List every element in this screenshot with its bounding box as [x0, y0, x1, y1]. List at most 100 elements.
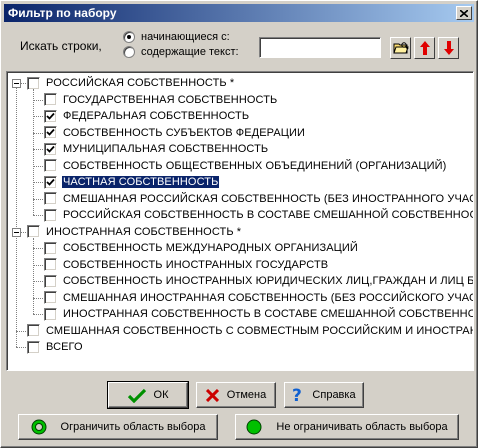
tree-connector [33, 165, 43, 167]
tree-item-row[interactable]: ЧАСТНАЯ СОБСТВЕННОСТЬ [44, 174, 221, 190]
option-contains-label: содержащие текст: [141, 46, 239, 58]
tree-checkbox[interactable] [44, 192, 57, 205]
arrow-up-icon [419, 41, 430, 55]
tree-item-row[interactable]: СОБСТВЕННОСТЬ ИНОСТРАННЫХ ГОСУДАРСТВ [44, 257, 329, 273]
svg-text:?: ? [292, 387, 302, 403]
tree-connector [33, 248, 43, 249]
collapse-toggle[interactable] [12, 79, 21, 88]
tree-connector [33, 297, 43, 299]
tree-item-label: ИНОСТРАННАЯ СОБСТВЕННОСТЬ * [46, 225, 242, 238]
tree-item-row[interactable]: СМЕШАННАЯ РОССИЙСКАЯ СОБСТВЕННОСТЬ (БЕЗ … [44, 191, 474, 207]
tree-checkbox[interactable] [44, 93, 57, 106]
tree-connector [33, 116, 43, 117]
tree-item-row[interactable]: СОБСТВЕННОСТЬ МЕЖДУНАРОДНЫХ ОРГАНИЗАЦИЙ [44, 240, 359, 256]
option-starts-with[interactable]: начинающиеся с: [123, 31, 230, 43]
option-starts-radio[interactable] [123, 31, 135, 43]
filter-dialog: Фильтр по набору Искать строки, начинающ… [0, 0, 478, 448]
collapse-toggle[interactable] [12, 227, 21, 237]
checkmark-icon [127, 388, 146, 403]
tree-item-row[interactable]: СОБСТВЕННОСТЬ ОБЩЕСТВЕННЫХ ОБЪЕДИНЕНИЙ (… [44, 158, 447, 174]
question-mark-icon: ? [292, 387, 302, 403]
cancel-button[interactable]: Отмена [196, 382, 276, 408]
tree-checkbox[interactable] [44, 241, 57, 255]
search-label: Искать строки, [20, 39, 102, 53]
title-bar: Фильтр по набору [4, 4, 474, 22]
ok-button[interactable]: ОК [107, 381, 189, 409]
tree-connector [33, 314, 43, 315]
tree-item-label: СОБСТВЕННОСТЬ МЕЖДУНАРОДНЫХ ОРГАНИЗАЦИЙ [63, 242, 358, 254]
tree-checkbox[interactable] [44, 109, 57, 123]
tree-group-row[interactable]: РОССИЙСКАЯ СОБСТВЕННОСТЬ * [27, 75, 235, 91]
help-label: Справка [312, 389, 356, 401]
tree-group-row[interactable]: ИНОСТРАННАЯ СОБСТВЕННОСТЬ * [27, 224, 242, 240]
cancel-label: Отмена [226, 389, 267, 401]
tree-checkbox[interactable] [27, 324, 40, 337]
minus-icon [14, 231, 19, 233]
tree-item-label: ЧАСТНАЯ СОБСТВЕННОСТЬ [60, 175, 221, 189]
tree-checkbox[interactable] [44, 258, 57, 271]
tree-item-row[interactable]: РОССИЙСКАЯ СОБСТВЕННОСТЬ В СОСТАВЕ СМЕША… [44, 207, 474, 223]
window-title: Фильтр по набору [8, 6, 117, 20]
tree-item-label: СОБСТВЕННОСТЬ СУБЪЕКТОВ ФЕДЕРАЦИИ [63, 126, 306, 139]
tree-item-label: СМЕШАННАЯ РОССИЙСКАЯ СОБСТВЕННОСТЬ (БЕЗ … [63, 192, 474, 205]
tree-checkbox[interactable] [27, 225, 40, 238]
tree-item-row[interactable]: СОБСТВЕННОСТЬ СУБЪЕКТОВ ФЕДЕРАЦИИ [44, 125, 306, 141]
tree-checkbox[interactable] [44, 274, 57, 288]
tree-item-label: СМЕШАННАЯ ИНОСТРАННАЯ СОБСТВЕННОСТЬ (БЕЗ… [63, 291, 474, 304]
tree-item-label: ГОСУДАРСТВЕННАЯ СОБСТВЕННОСТЬ [63, 93, 278, 106]
tree-item-row[interactable]: МУНИЦИПАЛЬНАЯ СОБСТВЕННОСТЬ [44, 141, 269, 157]
tree-item-row[interactable]: СОБСТВЕННОСТЬ ИНОСТРАННЫХ ЮРИДИЧЕСКИХ ЛИ… [44, 273, 474, 289]
tree-checkbox[interactable] [44, 307, 57, 321]
tree-item-label: СОБСТВЕННОСТЬ ОБЩЕСТВЕННЫХ ОБЪЕДИНЕНИЙ (… [63, 159, 447, 172]
tree-group-row[interactable]: ВСЕГО [27, 339, 84, 355]
tree-item-row[interactable]: ИНОСТРАННАЯ СОБСТВЕННОСТЬ В СОСТАВЕ СМЕШ… [44, 306, 474, 322]
option-starts-label: начинающиеся с: [141, 31, 230, 43]
tree-item-row[interactable]: ФЕДЕРАЛЬНАЯ СОБСТВЕННОСТЬ [44, 108, 250, 124]
tree-item-label: СМЕШАННАЯ СОБСТВЕННОСТЬ С СОВМЕСТНЫМ РОС… [46, 324, 474, 337]
tree-checkbox[interactable] [44, 159, 57, 172]
tree-item-row[interactable]: СМЕШАННАЯ ИНОСТРАННАЯ СОБСТВЕННОСТЬ (БЕЗ… [44, 290, 474, 306]
move-down-button[interactable] [438, 37, 459, 59]
tree-checkbox[interactable] [44, 291, 57, 304]
tree-connector [33, 215, 43, 216]
tree-group-row[interactable]: СМЕШАННАЯ СОБСТВЕННОСТЬ С СОВМЕСТНЫМ РОС… [27, 323, 474, 339]
limit-selection-button[interactable]: Ограничить область выбора [18, 414, 218, 440]
green-circle-icon [246, 419, 262, 435]
tree-checkbox[interactable] [27, 340, 40, 354]
tree-connector [33, 281, 43, 282]
tree-checkbox[interactable] [44, 175, 57, 189]
move-up-button[interactable] [414, 37, 435, 59]
tree-item-label: СОБСТВЕННОСТЬ ИНОСТРАННЫХ ГОСУДАРСТВ [63, 258, 329, 271]
find-folder-icon [392, 42, 409, 54]
search-input[interactable] [259, 37, 381, 58]
tree-connector [16, 347, 26, 348]
tree-connector [33, 264, 43, 266]
tree-item-label: СОБСТВЕННОСТЬ ИНОСТРАННЫХ ЮРИДИЧЕСКИХ ЛИ… [63, 275, 474, 287]
find-button[interactable] [390, 37, 411, 59]
tree-checkbox[interactable] [44, 142, 57, 156]
option-contains-radio[interactable] [123, 46, 135, 58]
tree-item-label: ИНОСТРАННАЯ СОБСТВЕННОСТЬ В СОСТАВЕ СМЕШ… [63, 308, 474, 320]
tree-connector [33, 149, 43, 150]
close-button[interactable] [456, 6, 472, 20]
help-button[interactable]: ? Справка [284, 382, 364, 408]
ok-label: ОК [153, 389, 169, 401]
tree-checkbox[interactable] [27, 76, 40, 90]
close-icon [460, 9, 468, 17]
tree-connector [33, 198, 43, 200]
tree-item-label: МУНИЦИПАЛЬНАЯ СОБСТВЕННОСТЬ [63, 143, 269, 155]
tree-connector [33, 132, 43, 134]
tree-connector [16, 330, 26, 332]
tree-item-label: РОССИЙСКАЯ СОБСТВЕННОСТЬ В СОСТАВЕ СМЕША… [63, 209, 474, 221]
tree-item-label: РОССИЙСКАЯ СОБСТВЕННОСТЬ * [46, 77, 235, 89]
tree-connector [33, 182, 43, 183]
ownership-tree[interactable]: РОССИЙСКАЯ СОБСТВЕННОСТЬ * ГОСУДАРСТВЕННА… [6, 71, 474, 371]
arrow-down-icon [443, 41, 454, 55]
tree-checkbox[interactable] [44, 208, 57, 222]
tree-checkbox[interactable] [44, 126, 57, 139]
cancel-x-icon [205, 388, 219, 402]
tree-item-row[interactable]: ГОСУДАРСТВЕННАЯ СОБСТВЕННОСТЬ [44, 92, 278, 108]
option-contains[interactable]: содержащие текст: [123, 46, 239, 58]
minus-icon [14, 83, 19, 84]
no-limit-selection-button[interactable]: Не ограничивать область выбора [235, 414, 459, 440]
